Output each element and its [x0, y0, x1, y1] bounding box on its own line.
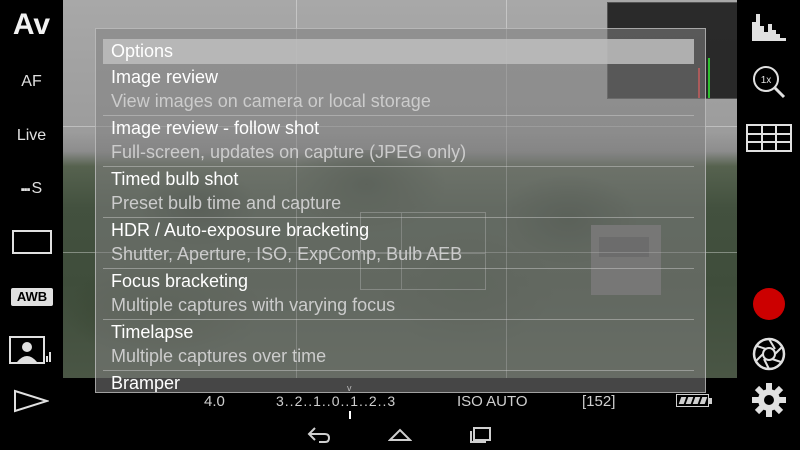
histogram-icon — [751, 14, 786, 41]
aspect-ratio-icon[interactable] — [12, 230, 52, 254]
menu-item-title: Timelapse — [111, 322, 194, 342]
menu-item-timelapse[interactable]: Timelapse Multiple captures over time — [103, 320, 694, 371]
menu-item-focus-bracketing[interactable]: Focus bracketing Multiple captures with … — [103, 269, 694, 320]
menu-item-subtitle: Multiple captures over time — [111, 346, 327, 366]
iso-value[interactable]: ISO AUTO — [457, 393, 528, 410]
menu-item-subtitle: Preset bulb time and capture — [111, 193, 342, 213]
battery-cell — [699, 397, 708, 404]
shooting-mode-button[interactable]: Av — [0, 8, 63, 42]
options-header-highlight — [103, 39, 694, 64]
grid-toggle-button[interactable] — [737, 124, 800, 152]
capture-button[interactable] — [737, 286, 800, 322]
exposure-scale[interactable]: 3..2..1..0..1..2..3 — [276, 393, 396, 409]
left-toolbar: Av AF Live ▪▪▪ S AWB — [0, 0, 63, 420]
shutter-icon — [752, 337, 785, 371]
back-icon[interactable] — [307, 426, 331, 444]
menu-item-timed-bulb-shot[interactable]: Timed bulb shot Preset bulb time and cap… — [103, 167, 694, 218]
menu-item-subtitle: Multiple captures with varying focus — [111, 295, 396, 315]
options-menu: Options Image review View images on came… — [95, 28, 706, 393]
zoom-button[interactable]: 1x — [737, 65, 800, 99]
menu-item-subtitle: View images on camera or local storage — [111, 91, 431, 111]
menu-item-image-review-follow-shot[interactable]: Image review - follow shot Full-screen, … — [103, 116, 694, 167]
face-detect-icon[interactable] — [9, 336, 53, 364]
menu-item-title: Image review — [111, 67, 219, 87]
home-icon[interactable] — [388, 426, 412, 444]
options-title: Options — [111, 41, 174, 61]
menu-item-title: Timed bulb shot — [111, 169, 239, 189]
menu-item-title: Focus bracketing — [111, 271, 249, 291]
menu-item-bramper[interactable]: Bramper — [103, 371, 694, 393]
settings-button[interactable] — [737, 382, 800, 418]
zoom-1x-icon: 1x — [752, 66, 785, 99]
zoom-label: 1x — [760, 75, 771, 86]
drive-mode-icon: ▪▪▪ — [20, 184, 32, 196]
right-toolbar: 1x — [737, 0, 800, 420]
shots-remaining: [152] — [582, 393, 616, 410]
menu-item-title: Bramper — [111, 373, 181, 393]
menu-item-hdr-bracketing[interactable]: HDR / Auto-exposure bracketing Shutter, … — [103, 218, 694, 269]
grid-icon — [745, 124, 792, 152]
white-balance-button[interactable]: AWB — [11, 288, 53, 306]
drive-mode-button[interactable]: ▪▪▪ S — [0, 180, 63, 198]
menu-item-subtitle: Full-screen, updates on capture (JPEG on… — [111, 142, 467, 162]
exposure-indicator — [349, 411, 351, 419]
autofocus-button[interactable]: AF — [0, 73, 63, 91]
recents-icon[interactable] — [469, 426, 493, 444]
settings-icon — [751, 383, 786, 417]
shutter-settings-button[interactable] — [737, 336, 800, 372]
menu-item-subtitle: Shutter, Aperture, ISO, ExpComp, Bulb AE… — [111, 244, 463, 264]
menu-item-title: HDR / Auto-exposure bracketing — [111, 220, 370, 240]
play-icon[interactable] — [13, 389, 49, 413]
live-view-button[interactable]: Live — [0, 127, 63, 145]
battery-icon — [676, 394, 712, 407]
histogram-toggle-button[interactable] — [737, 10, 800, 42]
system-nav-bar — [0, 420, 800, 450]
record-icon — [752, 288, 785, 320]
menu-item-title: Image review - follow shot — [111, 118, 320, 138]
histogram-bar-green — [708, 58, 710, 98]
menu-item-image-review[interactable]: Image review View images on camera or lo… — [103, 65, 694, 116]
aperture-value[interactable]: 4.0 — [204, 393, 225, 410]
drive-mode-label: S — [31, 180, 43, 197]
